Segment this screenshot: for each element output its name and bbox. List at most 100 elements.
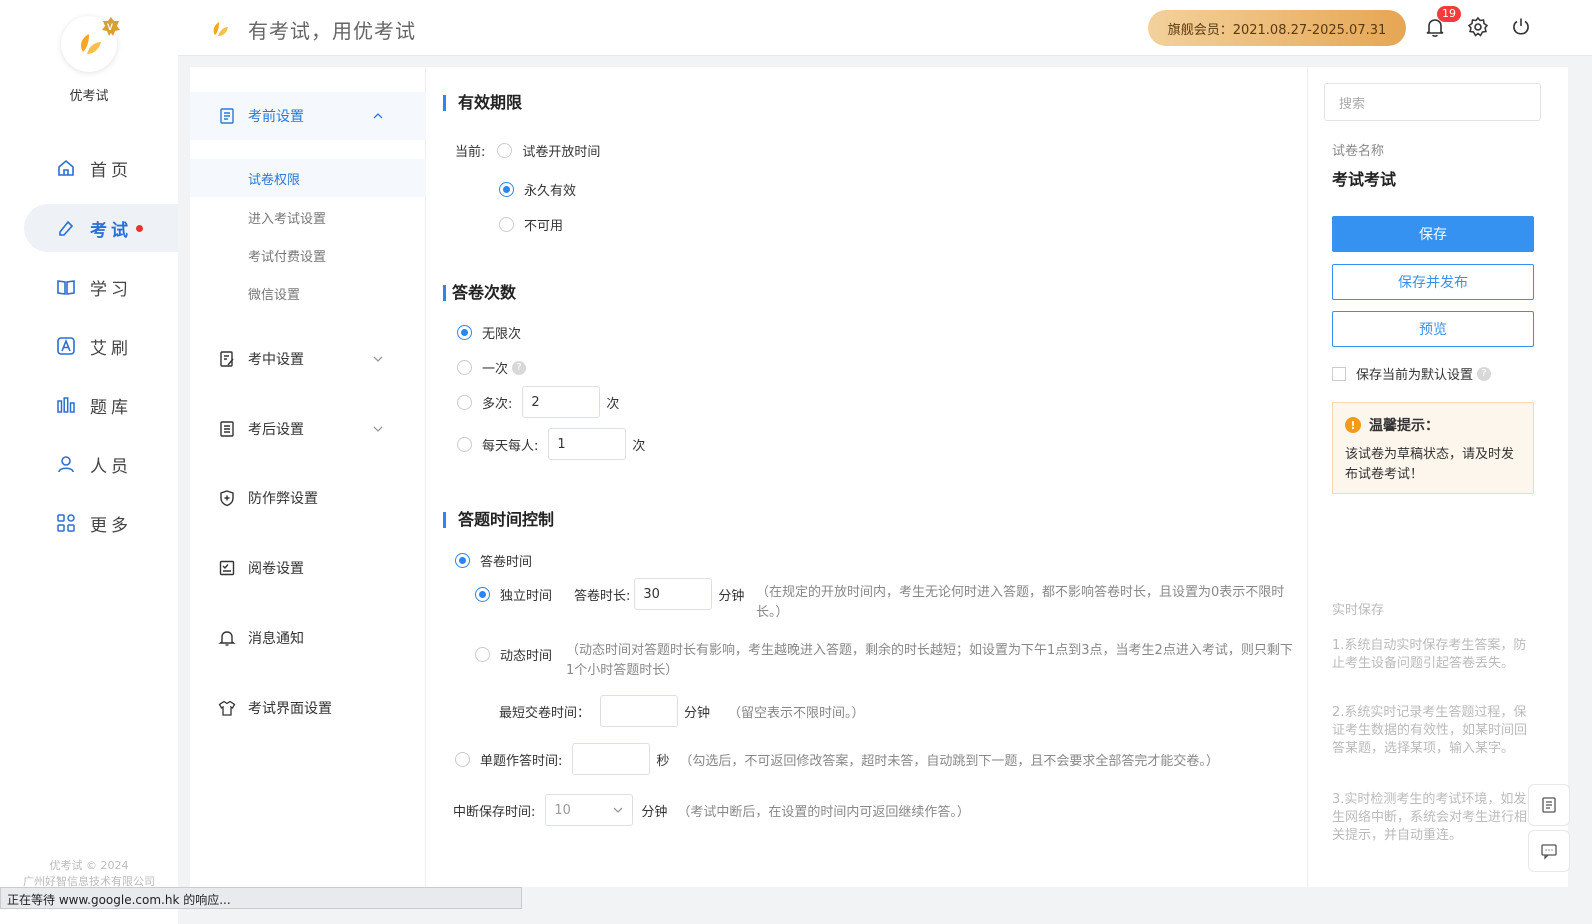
radio-open-time[interactable] [497, 143, 513, 158]
leaf-logo-icon [213, 22, 228, 36]
daily-count-input[interactable]: 1 [548, 428, 627, 460]
radio-daily[interactable] [457, 436, 472, 452]
realtime-item: 1.系统自动实时保存考生答案，防止考生设备问题引起答卷丢失。 [1332, 638, 1527, 671]
subnav-exam-payment[interactable]: 考试付费设置 [190, 236, 426, 274]
dynamic-note: （动态时间对答题时长有影响，考生越晚进入答题，剩余的时长越短；如设置为下午1点到… [566, 641, 1296, 681]
paper-name: 考试考试 [1332, 170, 1397, 189]
chevron-down-icon [613, 807, 623, 813]
float-notes-button[interactable] [1528, 784, 1570, 826]
nav-item-people[interactable]: 人员 [24, 440, 178, 488]
subnav-exam-ui[interactable]: 考试界面设置 [190, 684, 426, 732]
single-question-row: 单题作答时间: 秒 （勾选后，不可返回修改答案，超时未答，自动跳到下一题，且不会… [455, 743, 1219, 775]
nav-label: 考试 [90, 220, 132, 241]
subnav-marking[interactable]: 阅卷设置 [190, 544, 426, 592]
subnav-enter-exam[interactable]: 进入考试设置 [190, 198, 426, 236]
power-icon[interactable] [1510, 16, 1532, 38]
radio-once[interactable] [457, 360, 472, 375]
copyright-line: 优考试 © 2024 [49, 859, 129, 872]
radio-unavailable[interactable] [499, 217, 514, 232]
single-question-input[interactable] [572, 743, 651, 775]
subnav-notification[interactable]: 消息通知 [190, 614, 426, 662]
realtime-item: 2.系统实时记录考生答题过程，保证考生数据的有效性，如某时间回答某题，选择某项，… [1332, 705, 1528, 756]
nav-item-exam[interactable]: 考试 [24, 204, 178, 252]
interrupt-select[interactable]: 10 [545, 794, 634, 826]
min-submit-input[interactable] [600, 695, 679, 727]
nav-item-more[interactable]: 更多 [24, 499, 178, 547]
subnav-wechat[interactable]: 微信设置 [190, 274, 426, 312]
help-icon[interactable]: ? [512, 360, 527, 375]
radio-multi[interactable] [457, 394, 472, 410]
attempts-unlimited-row[interactable]: 无限次 [457, 323, 521, 342]
app-name: 优考试 [69, 89, 109, 104]
subnav-before-exam[interactable]: 考前设置 [190, 92, 426, 140]
search-input[interactable]: 搜索 [1324, 83, 1541, 121]
single-note: （勾选后，不可返回修改答案，超时未答，自动跳到下一题，且不会要求全部答完才能交卷… [679, 753, 1219, 769]
right-panel: 搜索 试卷名称 考试考试 保存 保存并发布 预览 保存当前为默认设置 ? ! 温… [1307, 67, 1568, 887]
note-text: （动态时间对答题时长有影响，考生越晚进入答题，剩余的时长越短；如设置为下午1点到… [566, 643, 1293, 678]
subnav-paper-permission[interactable]: 试卷权限 [190, 159, 426, 197]
member-badge[interactable]: 旗舰会员：2021.08.27-2025.07.31 [1148, 10, 1406, 46]
chevron-up-icon [373, 113, 383, 119]
radio-unlimited[interactable] [457, 325, 472, 340]
left-navigation: V 优考试 首页 考试 学习 艾刷 题库 人员 更多 优考试 © 2024 广州… [0, 0, 178, 924]
multi-count-input[interactable]: 2 [522, 386, 601, 418]
nav-item-question-bank[interactable]: 题库 [24, 381, 178, 429]
radio-exam-time[interactable] [455, 553, 470, 568]
subnav-label: 考后设置 [248, 422, 304, 438]
validity-permanent-row[interactable]: 永久有效 [499, 180, 576, 199]
radio-single-question[interactable] [455, 751, 470, 767]
help-icon[interactable]: ? [1477, 366, 1492, 381]
validity-unavailable-row[interactable]: 不可用 [499, 215, 563, 234]
chat-icon [1541, 844, 1557, 860]
nav-label: 更多 [90, 515, 132, 536]
default-setting-label: 保存当前为默认设置 [1356, 368, 1474, 383]
min-submit-note: （留空表示不限时间。） [728, 705, 865, 721]
save-publish-button[interactable]: 保存并发布 [1332, 264, 1534, 300]
nav-label: 人员 [90, 456, 132, 477]
option-label: 多次: [482, 396, 513, 412]
document-icon [220, 108, 234, 124]
attempts-once-row[interactable]: 一次 ? [457, 358, 527, 377]
float-chat-button[interactable] [1528, 830, 1570, 872]
dynamic-time-row: 动态时间 [475, 645, 552, 664]
subnav-during-exam[interactable]: 考中设置 [190, 335, 426, 383]
attempts-title: 答卷次数 [443, 285, 516, 301]
shield-icon [220, 490, 234, 507]
grid-icon [57, 514, 75, 532]
default-setting-row[interactable]: 保存当前为默认设置 ? [1332, 364, 1492, 383]
option-label: 答卷时间 [480, 555, 533, 570]
nav-item-aishua[interactable]: 艾刷 [24, 322, 178, 370]
option-label: 无限次 [482, 327, 522, 342]
option-label: 永久有效 [524, 184, 577, 199]
bar-chart-icon [57, 397, 75, 413]
nav-item-study[interactable]: 学习 [24, 263, 178, 311]
settings-form: 有效期限 当前: 试卷开放时间 永久有效 不可用 答卷次数 无限次 一次 ? 多… [426, 67, 1306, 887]
save-button[interactable]: 保存 [1332, 216, 1534, 252]
validity-current-label-row: 当前: 试卷开放时间 [455, 141, 600, 160]
duration-input[interactable]: 30 [634, 578, 713, 610]
tip-title: ! 温馨提示： [1345, 415, 1521, 435]
preview-button[interactable]: 预览 [1332, 311, 1534, 347]
radio-dynamic[interactable] [475, 647, 490, 662]
min-submit-label: 最短交卷时间： [499, 705, 591, 721]
nav-item-home[interactable]: 首页 [24, 144, 178, 192]
interrupt-note: （考试中断后，在设置的时间内可返回继续作答。） [677, 804, 970, 820]
radio-permanent[interactable] [499, 182, 514, 197]
subnav-after-exam[interactable]: 考后设置 [190, 405, 426, 453]
tip-box: ! 温馨提示： 该试卷为草稿状态，请及时发布试卷考试！ [1332, 402, 1534, 494]
book-icon [57, 280, 75, 295]
validity-title: 有效期限 [443, 95, 522, 111]
warning-icon: ! [1345, 417, 1361, 433]
subnav-label: 考前设置 [248, 109, 304, 125]
default-setting-checkbox[interactable] [1332, 366, 1346, 381]
attempts-multi-row: 多次: 2 次 [457, 386, 619, 418]
exam-time-row[interactable]: 答卷时间 [455, 551, 532, 570]
subnav-anti-cheat[interactable]: 防作弊设置 [190, 474, 426, 522]
checklist-icon [219, 560, 235, 576]
radio-independent[interactable] [475, 586, 490, 602]
current-label: 当前: [455, 145, 486, 160]
gear-icon[interactable] [1467, 16, 1489, 38]
attempts-daily-row: 每天每人: 1 次 [457, 428, 645, 460]
subnav-label: 考中设置 [248, 352, 304, 368]
content-panel: 考前设置 试卷权限 进入考试设置 考试付费设置 微信设置 考中设置 考后设置 防… [190, 67, 1568, 887]
